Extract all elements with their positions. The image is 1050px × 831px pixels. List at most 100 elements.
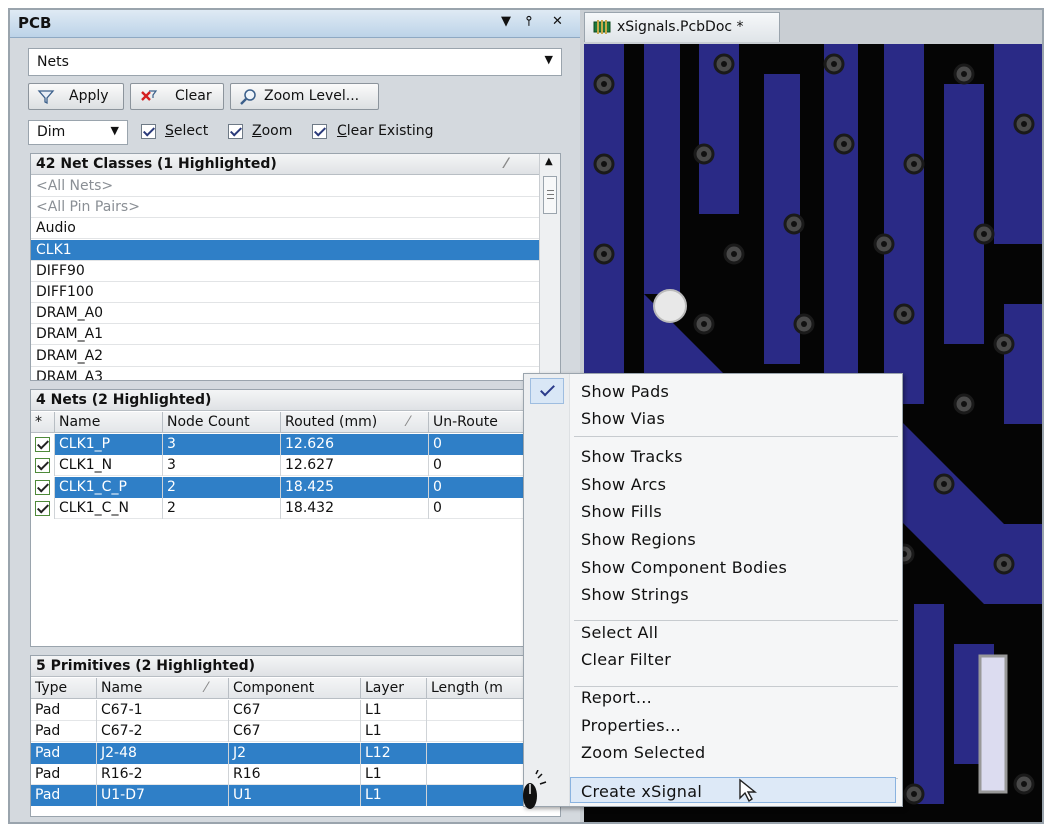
- apply-button[interactable]: Apply: [28, 83, 124, 110]
- pad-hole: [731, 251, 737, 257]
- menu-item-label: Show Pads: [581, 382, 670, 401]
- menu-item[interactable]: Show Tracks: [524, 443, 902, 469]
- nets-header: 4 Nets (2 Highlighted): [31, 390, 560, 411]
- dim-select-value: Dim: [37, 124, 66, 140]
- net-class-item[interactable]: DRAM_A2: [31, 346, 539, 367]
- col-star[interactable]: *: [31, 412, 55, 433]
- net-class-item[interactable]: DIFF90: [31, 261, 539, 282]
- menu-item-label: Clear Filter: [581, 650, 672, 669]
- primitives-header: 5 Primitives (2 Highlighted): [31, 656, 560, 677]
- pad-hole: [721, 61, 727, 67]
- select-checkbox[interactable]: [141, 124, 156, 139]
- pad-hole: [941, 481, 947, 487]
- nets-column-headers: * Name Node Count Routed (mm) ⁄ Un-Route: [31, 412, 560, 433]
- apply-button-label: Apply: [69, 88, 109, 104]
- dim-select[interactable]: Dim ▼: [28, 120, 128, 145]
- pad-hole: [801, 321, 807, 327]
- net-visible-checkbox[interactable]: [35, 479, 50, 495]
- pad-hole: [1001, 561, 1007, 567]
- document-tab-bar: xSignals.PcbDoc *: [582, 10, 1042, 44]
- sort-ascending-icon: ⁄: [407, 414, 410, 430]
- zoom-level-button-label: Zoom Level...: [264, 88, 360, 104]
- menu-item[interactable]: Create xSignal: [570, 777, 896, 803]
- primitive-row[interactable]: Pad J2-48 J2 L12: [31, 742, 560, 764]
- menu-item[interactable]: Select All: [524, 619, 902, 645]
- net-class-item[interactable]: Audio: [31, 218, 539, 240]
- net-row[interactable]: CLK1_C_N 2 18.432 0: [31, 497, 560, 519]
- document-tab[interactable]: xSignals.PcbDoc *: [584, 12, 780, 42]
- chevron-down-icon: ▼: [110, 124, 119, 137]
- menu-item[interactable]: Clear Filter: [524, 646, 902, 672]
- pad-hole: [981, 231, 987, 237]
- net-class-item[interactable]: DRAM_A1: [31, 324, 539, 346]
- zoom-level-button[interactable]: Zoom Level...: [230, 83, 379, 110]
- menu-item-label: Select All: [581, 623, 659, 642]
- net-row[interactable]: CLK1_C_P 2 18.425 0: [31, 476, 560, 498]
- menu-item[interactable]: Show Fills: [524, 498, 902, 524]
- clear-button[interactable]: Clear: [130, 83, 224, 110]
- net-class-item[interactable]: <All Nets>: [31, 176, 539, 197]
- nets-title: 4 Nets (2 Highlighted): [36, 392, 212, 408]
- menu-item[interactable]: Show Vias: [524, 405, 902, 431]
- primitive-cell-layer: L1: [361, 700, 427, 721]
- panel-menu-icon[interactable]: ▼: [501, 14, 511, 29]
- primitive-cell-name: C67-1: [97, 700, 229, 721]
- col-layer[interactable]: Layer: [361, 678, 427, 699]
- net-class-item[interactable]: <All Pin Pairs>: [31, 197, 539, 219]
- net-visible-checkbox[interactable]: [35, 437, 50, 452]
- pad-hole: [601, 81, 607, 87]
- clear-existing-checkbox[interactable]: [312, 124, 327, 139]
- menu-item[interactable]: Report...: [524, 684, 902, 710]
- net-classes-list: 42 Net Classes (1 Highlighted) ⁄ <All Ne…: [30, 153, 561, 381]
- select-checkbox-label: Select: [165, 123, 209, 139]
- panel-title: PCB: [18, 14, 52, 32]
- primitive-cell-layer: L12: [361, 742, 427, 764]
- col-type[interactable]: Type: [31, 678, 97, 699]
- primitive-cell-component: C67: [229, 721, 361, 743]
- net-class-item[interactable]: CLK1: [31, 239, 539, 261]
- primitives-title: 5 Primitives (2 Highlighted): [36, 658, 255, 674]
- pin-icon[interactable]: ⫯: [526, 14, 532, 29]
- menu-item[interactable]: Show Strings: [524, 581, 902, 607]
- net-class-item[interactable]: DRAM_A3: [31, 367, 539, 380]
- menu-item[interactable]: Show Pads: [524, 378, 902, 404]
- col-component[interactable]: Component: [229, 678, 361, 699]
- net-cell-name: CLK1_C_N: [55, 497, 163, 519]
- pad-hole: [601, 251, 607, 257]
- net-visible-checkbox[interactable]: [35, 500, 50, 516]
- net-row[interactable]: CLK1_P 3 12.626 0: [31, 434, 560, 455]
- primitive-row[interactable]: Pad C67-1 C67 L1: [31, 700, 560, 721]
- menu-item-label: Show Strings: [581, 585, 689, 604]
- net-class-label: DIFF100: [36, 284, 94, 300]
- menu-item[interactable]: Properties...: [524, 712, 902, 738]
- mouse-cursor-icon: [523, 770, 547, 809]
- menu-item[interactable]: Show Component Bodies: [524, 554, 902, 580]
- col-routed[interactable]: Routed (mm) ⁄: [281, 412, 429, 433]
- net-class-item[interactable]: DIFF100: [31, 282, 539, 303]
- mode-select[interactable]: Nets ▼: [28, 48, 562, 76]
- close-icon[interactable]: ✕: [552, 14, 563, 29]
- scrollbar-thumb[interactable]: [543, 176, 557, 214]
- net-classes-scrollbar[interactable]: ▲: [539, 154, 560, 380]
- menu-item[interactable]: Zoom Selected: [524, 739, 902, 765]
- menu-item-label: Show Fills: [581, 502, 662, 521]
- primitive-row[interactable]: Pad R16-2 R16 L1: [31, 763, 560, 785]
- pad-hole: [961, 401, 967, 407]
- net-row[interactable]: CLK1_N 3 12.627 0: [31, 455, 560, 477]
- menu-item[interactable]: Show Arcs: [524, 471, 902, 497]
- col-node-count[interactable]: Node Count: [163, 412, 281, 433]
- net-class-label: Audio: [36, 220, 76, 237]
- menu-item[interactable]: Show Regions: [524, 526, 902, 552]
- col-name[interactable]: Name: [55, 412, 163, 433]
- col-prim-name[interactable]: Name ⁄: [97, 678, 229, 699]
- net-class-item[interactable]: DRAM_A0: [31, 303, 539, 325]
- zoom-checkbox[interactable]: [228, 124, 243, 139]
- primitive-row[interactable]: Pad U1-D7 U1 L1: [31, 785, 560, 807]
- magnifier-icon: [240, 89, 256, 105]
- filter-icon: [37, 90, 55, 105]
- net-visible-checkbox[interactable]: [35, 458, 50, 474]
- primitive-row[interactable]: Pad C67-2 C67 L1: [31, 721, 560, 743]
- primitive-cell-name: J2-48: [97, 742, 229, 764]
- menu-item-label: Show Tracks: [581, 447, 683, 466]
- scroll-up-icon[interactable]: ▲: [545, 156, 553, 167]
